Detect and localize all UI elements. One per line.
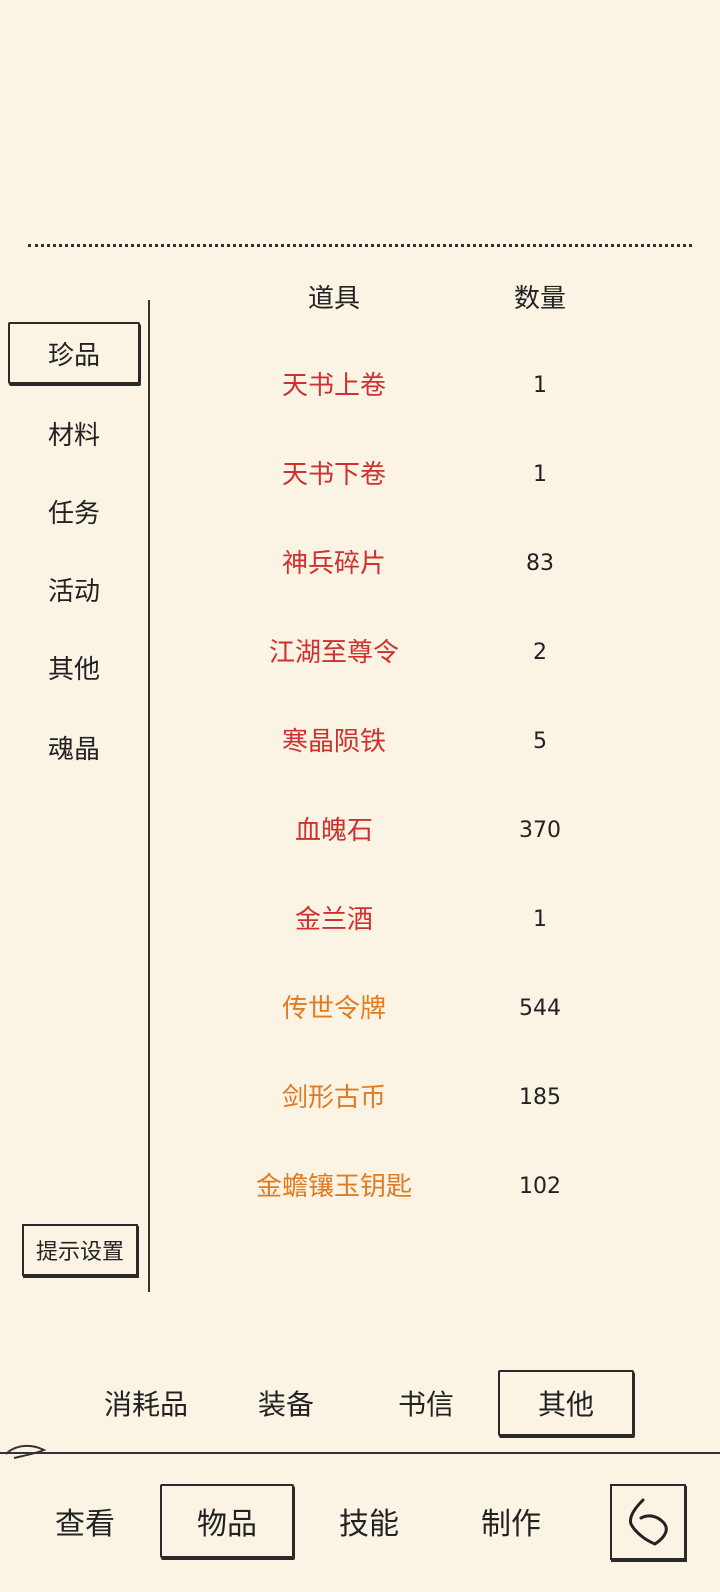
sketch-divider [0,1452,720,1458]
item-name: 金兰酒 [294,905,373,935]
item-name: 金蟾镶玉钥匙 [255,1172,412,1202]
list-item[interactable]: 江湖至尊令 2 [200,623,620,683]
side-tab-other[interactable]: 其他 [8,636,140,698]
dotted-divider [28,244,692,247]
category-tabs: 消耗品 装备 书信 其他 [0,1370,720,1440]
hint-settings-button[interactable]: 提示设置 [22,1224,138,1276]
item-quantity: 1 [533,373,547,398]
item-name: 天书下卷 [281,460,386,490]
item-name: 寒晶陨铁 [281,727,386,757]
item-quantity: 83 [526,551,554,576]
tab-other[interactable]: 其他 [498,1370,634,1436]
side-divider [148,300,150,1292]
tab-consumables[interactable]: 消耗品 [78,1370,214,1436]
side-tab-quest[interactable]: 任务 [8,480,140,542]
list-item[interactable]: 神兵碎片 83 [200,534,620,594]
tab-letters[interactable]: 书信 [358,1370,494,1436]
list-item[interactable]: 寒晶陨铁 5 [200,712,620,772]
item-quantity: 2 [533,640,547,665]
nav-items[interactable]: 物品 [160,1484,294,1558]
list-item[interactable]: 天书上卷 1 [200,356,620,416]
list-item[interactable]: 血魄石 370 [200,801,620,861]
nav-view[interactable]: 查看 [18,1484,152,1558]
side-tab-materials[interactable]: 材料 [8,402,140,464]
scroll-ornament-icon [5,1444,47,1459]
tab-equipment[interactable]: 装备 [218,1370,354,1436]
list-item[interactable]: 传世令牌 544 [200,979,620,1039]
item-name: 江湖至尊令 [268,638,399,668]
item-name: 神兵碎片 [281,549,386,579]
list-item[interactable]: 天书下卷 1 [200,445,620,505]
list-item[interactable]: 金兰酒 1 [200,890,620,950]
back-button[interactable] [610,1484,686,1560]
side-tab-soul-crystal[interactable]: 魂晶 [8,716,140,778]
side-tab-event[interactable]: 活动 [8,558,140,620]
item-name: 天书上卷 [281,371,386,401]
item-name: 剑形古币 [281,1083,386,1113]
column-header-item: 道具 [307,284,360,314]
item-name: 血魄石 [294,816,373,846]
back-arrow-icon [629,1498,668,1546]
item-quantity: 185 [519,1085,561,1110]
side-tab-treasure[interactable]: 珍品 [8,322,140,384]
item-quantity: 5 [533,729,547,754]
item-name: 传世令牌 [281,994,386,1024]
column-header-quantity: 数量 [513,284,566,314]
item-quantity: 370 [519,818,561,843]
item-quantity: 1 [533,907,547,932]
item-quantity: 1 [533,462,547,487]
item-quantity: 544 [519,996,561,1021]
nav-skills[interactable]: 技能 [302,1484,436,1558]
item-quantity: 102 [519,1174,561,1199]
list-item[interactable]: 金蟾镶玉钥匙 102 [200,1157,620,1217]
list-item[interactable]: 剑形古币 185 [200,1068,620,1128]
nav-crafting[interactable]: 制作 [444,1484,578,1558]
